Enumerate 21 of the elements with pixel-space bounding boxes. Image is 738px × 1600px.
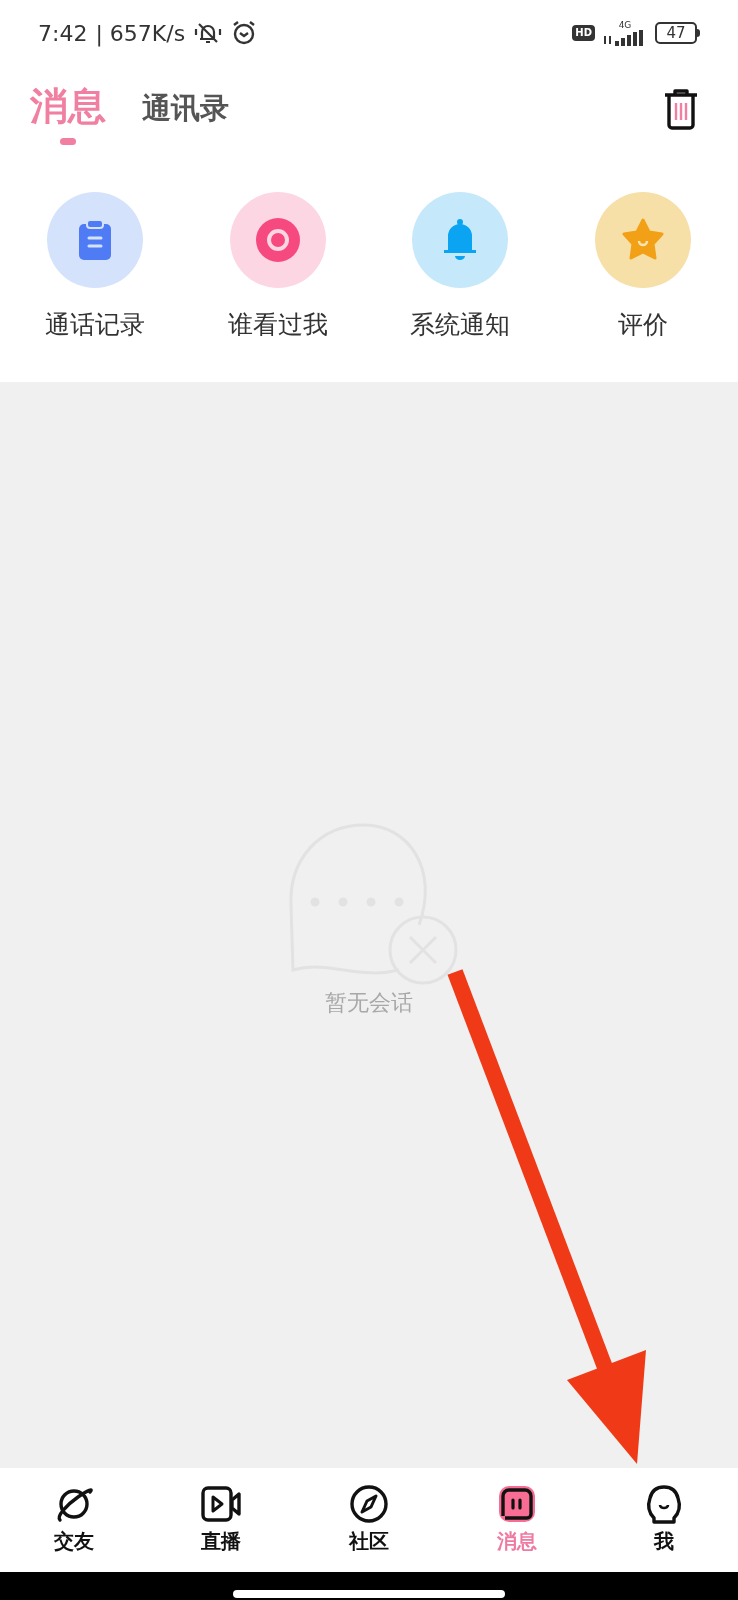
shortcut-label: 谁看过我 [227,309,328,341]
network-speed: | 657K/s [95,19,186,49]
battery-level: 47 [666,25,686,41]
shortcut-label: 评价 [617,309,668,341]
nav-tab[interactable]: 我 [590,1467,738,1572]
hd-badge: HD [572,25,595,41]
tab-indicator [60,138,76,145]
compass-icon [349,1483,389,1524]
shortcut-label: 通话记录 [45,309,146,341]
empty-state-text: 暂无会话 [325,988,413,1017]
delete-icon[interactable] [662,88,700,130]
mute-icon [193,20,224,46]
shortcut-label: 系统通知 [410,309,511,341]
video-camera-icon [201,1483,242,1524]
message-icon [496,1483,537,1524]
nav-tab[interactable]: 社区 [295,1467,443,1572]
nav-tab[interactable]: 直播 [147,1467,296,1572]
nav-tab[interactable]: 交友 [0,1467,148,1572]
tab[interactable]: 通讯录 [142,80,229,134]
status-time: 7:42 [38,19,88,48]
network-type: 4G [618,20,632,30]
